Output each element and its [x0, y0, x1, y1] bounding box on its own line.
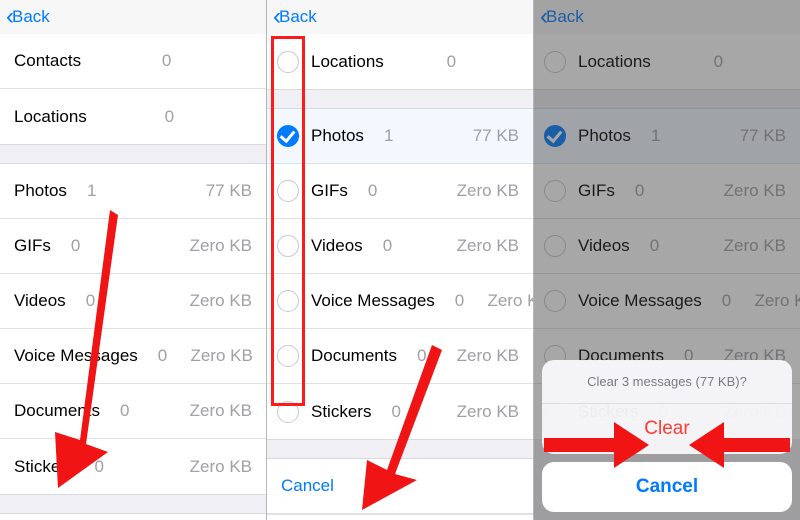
- row-voice[interactable]: Voice Messages 0 Zero KB: [0, 329, 266, 384]
- cancel-button[interactable]: Cancel: [267, 459, 533, 514]
- row-videos[interactable]: Videos 0 Zero KB: [0, 274, 266, 329]
- back-button[interactable]: ‹ Back: [273, 5, 317, 29]
- row-size: Zero KB: [188, 346, 253, 366]
- select-circle-icon[interactable]: [277, 180, 299, 202]
- screen-storage-overview: ‹ Back Contacts 0 Locations 0 Photos 1 7…: [0, 0, 267, 520]
- cancel-label: Cancel: [281, 476, 334, 496]
- row-label: Voice Messages: [14, 346, 138, 366]
- row-gifs[interactable]: GIFs 0 Zero KB: [0, 219, 266, 274]
- select-circle-icon[interactable]: [277, 401, 299, 423]
- action-sheet: Clear 3 messages (77 KB)? Clear Cancel: [542, 360, 792, 512]
- row-size: Zero KB: [187, 457, 252, 477]
- clear-button[interactable]: Clear: [267, 514, 533, 520]
- row-size: Zero KB: [454, 181, 519, 201]
- row-count: 0: [348, 181, 398, 201]
- row-label: Documents: [14, 401, 100, 421]
- row-label: Photos: [311, 126, 364, 146]
- back-label: Back: [279, 7, 317, 27]
- row-count: 0: [87, 107, 252, 127]
- row-count: 1: [364, 126, 414, 146]
- row-count: 0: [100, 401, 150, 421]
- row-gifs[interactable]: GIFs 0 Zero KB: [267, 164, 533, 219]
- row-count: 0: [363, 236, 413, 256]
- row-label: Locations: [311, 52, 384, 72]
- row-size: Zero KB: [187, 401, 252, 421]
- row-size: Zero KB: [454, 236, 519, 256]
- select-circle-icon[interactable]: [277, 345, 299, 367]
- back-label: Back: [12, 7, 50, 27]
- action-sheet-group: Clear 3 messages (77 KB)? Clear: [542, 360, 792, 454]
- row-locations[interactable]: Locations 0: [267, 34, 533, 89]
- nav-bar: ‹ Back: [0, 0, 266, 34]
- row-count: 0: [371, 402, 421, 422]
- row-contacts[interactable]: Contacts 0: [0, 34, 266, 89]
- row-count: 0: [66, 291, 116, 311]
- select-circle-icon[interactable]: [277, 235, 299, 257]
- row-count: 0: [384, 52, 519, 72]
- section-gap: [267, 439, 533, 459]
- row-count: 0: [138, 346, 188, 366]
- row-count: 0: [435, 291, 485, 311]
- row-videos[interactable]: Videos 0 Zero KB: [267, 219, 533, 274]
- row-voice[interactable]: Voice Messages 0 Zero KB: [267, 274, 533, 329]
- row-label: GIFs: [14, 236, 51, 256]
- nav-bar: ‹ Back: [267, 0, 533, 34]
- row-label: Stickers: [14, 457, 74, 477]
- row-stickers[interactable]: Stickers 0 Zero KB: [0, 439, 266, 494]
- row-stickers[interactable]: Stickers 0 Zero KB: [267, 384, 533, 439]
- row-label: Videos: [14, 291, 66, 311]
- row-size: Zero KB: [454, 346, 519, 366]
- row-count: 0: [74, 457, 124, 477]
- row-label: Photos: [14, 181, 67, 201]
- row-label: Documents: [311, 346, 397, 366]
- row-size: 77 KB: [187, 181, 252, 201]
- row-size: Zero KB: [187, 236, 252, 256]
- row-label: GIFs: [311, 181, 348, 201]
- section-gap: [0, 494, 266, 514]
- row-label: Voice Messages: [311, 291, 435, 311]
- manage-button[interactable]: Manage…: [0, 514, 266, 520]
- screen-clear-confirm: ‹ Back Locations 0 Photos 1 77 KB GIFs: [534, 0, 800, 520]
- row-count: 0: [51, 236, 101, 256]
- row-label: Videos: [311, 236, 363, 256]
- row-size: Zero KB: [485, 291, 534, 311]
- row-label: Contacts: [14, 51, 81, 71]
- row-count: 0: [81, 51, 252, 71]
- row-photos[interactable]: Photos 1 77 KB: [267, 109, 533, 164]
- row-size: 77 KB: [454, 126, 519, 146]
- row-count: 0: [397, 346, 447, 366]
- select-circle-checked-icon[interactable]: [277, 125, 299, 147]
- section-gap: [0, 144, 266, 164]
- row-size: Zero KB: [454, 402, 519, 422]
- row-label: Stickers: [311, 402, 371, 422]
- back-button[interactable]: ‹ Back: [6, 5, 50, 29]
- row-count: 1: [67, 181, 117, 201]
- sheet-message: Clear 3 messages (77 KB)?: [542, 360, 792, 404]
- screen-manage-select: ‹ Back Locations 0 Photos 1 77 KB GIFs: [267, 0, 534, 520]
- select-circle-icon[interactable]: [277, 51, 299, 73]
- row-documents[interactable]: Documents 0 Zero KB: [0, 384, 266, 439]
- sheet-cancel-button[interactable]: Cancel: [542, 462, 792, 512]
- row-label: Locations: [14, 107, 87, 127]
- row-documents[interactable]: Documents 0 Zero KB: [267, 329, 533, 384]
- row-locations[interactable]: Locations 0: [0, 89, 266, 144]
- row-size: Zero KB: [187, 291, 252, 311]
- section-gap: [267, 89, 533, 109]
- row-photos[interactable]: Photos 1 77 KB: [0, 164, 266, 219]
- sheet-clear-button[interactable]: Clear: [542, 404, 792, 454]
- select-circle-icon[interactable]: [277, 290, 299, 312]
